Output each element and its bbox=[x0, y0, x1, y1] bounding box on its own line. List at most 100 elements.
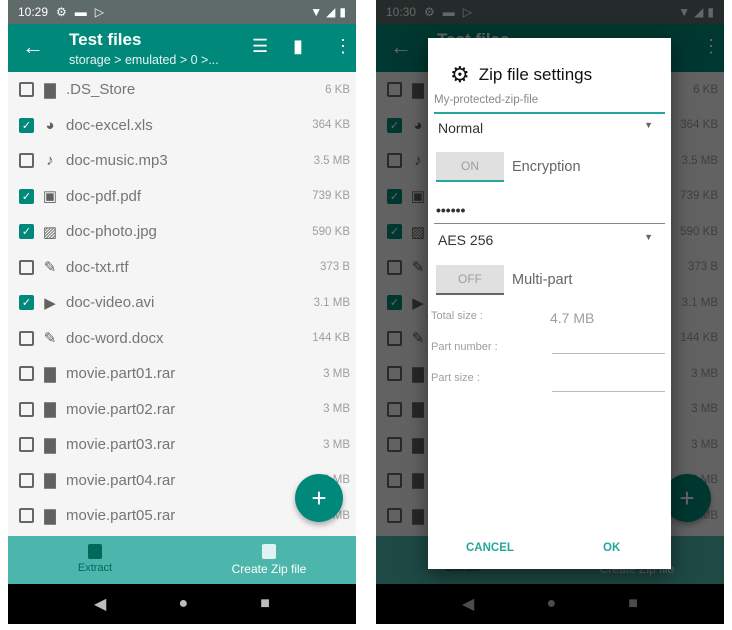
list-item[interactable]: ▇ .DS_Store 6 KB bbox=[8, 72, 356, 108]
image-icon: ▨ bbox=[42, 223, 58, 241]
part-number-input[interactable] bbox=[552, 336, 665, 354]
file-size: 3 MB bbox=[323, 403, 350, 416]
file-icon: ▇ bbox=[44, 472, 56, 490]
file-name: doc-excel.xls bbox=[66, 116, 153, 134]
add-fab-button[interactable]: + bbox=[295, 474, 343, 522]
system-navbar: ◀ ● ■ bbox=[8, 584, 356, 624]
settings-icon: ⚙ bbox=[56, 5, 67, 19]
checkbox[interactable] bbox=[19, 153, 34, 169]
checkbox[interactable] bbox=[19, 472, 34, 488]
algorithm-value: AES 256 bbox=[438, 232, 494, 248]
file-icon: ▇ bbox=[44, 401, 56, 419]
list-item[interactable]: ▇ movie.part02.rar 3 MB bbox=[8, 392, 356, 428]
file-size: 590 KB bbox=[312, 225, 350, 238]
algorithm-select[interactable]: AES 256 ▼ bbox=[434, 232, 665, 254]
nav-extract-label: Extract bbox=[77, 562, 113, 574]
file-size: 3 MB bbox=[323, 367, 350, 380]
encryption-toggle[interactable]: ON bbox=[436, 152, 504, 182]
more-vert-icon[interactable]: ⋮ bbox=[334, 36, 352, 57]
pie-chart-icon: ◕ bbox=[45, 116, 55, 134]
dialog-title: Zip file settings bbox=[478, 65, 593, 84]
part-size-label: Part size : bbox=[431, 372, 480, 384]
recents-icon[interactable]: ■ bbox=[260, 595, 270, 613]
list-item[interactable]: ✓ ▨ doc-photo.jpg 590 KB bbox=[8, 214, 356, 250]
file-name: doc-txt.rtf bbox=[66, 258, 129, 276]
sort-icon[interactable]: ☰ bbox=[252, 36, 268, 57]
list-item[interactable]: ▇ movie.part01.rar 3 MB bbox=[8, 356, 356, 392]
file-size: 3 MB bbox=[323, 438, 350, 451]
file-name: doc-photo.jpg bbox=[66, 223, 157, 241]
list-item[interactable]: ▇ movie.part03.rar 3 MB bbox=[8, 427, 356, 463]
nav-extract[interactable]: Extract bbox=[8, 536, 182, 584]
encryption-label: Encryption bbox=[512, 159, 581, 175]
checkbox[interactable] bbox=[19, 259, 34, 275]
checkbox[interactable] bbox=[19, 508, 34, 524]
checkbox[interactable] bbox=[19, 401, 34, 417]
file-list: ▇ .DS_Store 6 KB ✓ ◕ doc-excel.xls 364 KB ♪ doc-… bbox=[8, 72, 356, 534]
file-icon: ▇ bbox=[44, 507, 56, 525]
back-arrow-icon[interactable]: ← bbox=[22, 34, 44, 60]
message-icon: ▬ bbox=[74, 5, 87, 19]
file-name: .DS_Store bbox=[66, 81, 136, 99]
wifi-icon: ▼ bbox=[310, 5, 323, 19]
pencil-icon: ✎ bbox=[43, 259, 57, 277]
checkbox[interactable] bbox=[19, 82, 34, 98]
part-size-input[interactable] bbox=[552, 374, 665, 392]
file-name: doc-music.mp3 bbox=[66, 152, 168, 170]
file-size: 739 KB bbox=[312, 190, 350, 203]
total-size-value: 4.7 MB bbox=[550, 310, 595, 326]
list-item[interactable]: ♪ doc-music.mp3 3.5 MB bbox=[8, 143, 356, 179]
play-store-icon: ▷ bbox=[94, 5, 105, 19]
file-size: 3.1 MB bbox=[313, 296, 350, 309]
compression-value: Normal bbox=[438, 120, 484, 136]
status-bar: 10:29 ⚙ ▬ ▷ ▼ ◢ ▮ bbox=[8, 0, 356, 24]
pencil-icon: ✎ bbox=[43, 330, 57, 348]
home-icon[interactable]: ● bbox=[178, 595, 188, 613]
zip-icon bbox=[262, 544, 276, 559]
page-title: Test files bbox=[69, 30, 142, 49]
clock: 10:29 bbox=[18, 5, 49, 19]
checkbox[interactable]: ✓ bbox=[19, 117, 34, 133]
dropdown-arrow-icon: ▼ bbox=[644, 232, 653, 242]
file-name: movie.part03.rar bbox=[66, 436, 176, 454]
file-size: 3.5 MB bbox=[313, 154, 350, 167]
file-name: movie.part04.rar bbox=[66, 471, 176, 489]
file-icon: ▇ bbox=[44, 81, 56, 99]
nav-create-label: Create Zip file bbox=[231, 562, 307, 576]
signal-icon: ◢ bbox=[326, 5, 336, 19]
music-note-icon: ♪ bbox=[46, 152, 54, 170]
plus-icon: + bbox=[311, 482, 327, 513]
compression-select[interactable]: Normal ▼ bbox=[434, 120, 665, 142]
ok-button[interactable]: OK bbox=[603, 542, 620, 554]
play-icon: ▶ bbox=[44, 294, 56, 312]
file-size: 144 KB bbox=[312, 332, 350, 345]
cancel-button[interactable]: CANCEL bbox=[466, 542, 514, 554]
file-size: 6 KB bbox=[325, 83, 350, 96]
password-input[interactable]: •••••• bbox=[434, 202, 665, 224]
pdf-icon: ▣ bbox=[42, 188, 58, 206]
checkbox[interactable] bbox=[19, 437, 34, 453]
breadcrumb: storage > emulated > 0 >... bbox=[69, 53, 219, 67]
file-name: doc-pdf.pdf bbox=[66, 187, 142, 205]
multipart-toggle[interactable]: OFF bbox=[436, 265, 504, 295]
list-item[interactable]: ✓ ◕ doc-excel.xls 364 KB bbox=[8, 108, 356, 144]
list-item[interactable]: ✎ doc-txt.rtf 373 B bbox=[8, 250, 356, 286]
file-icon: ▇ bbox=[44, 436, 56, 454]
list-item[interactable]: ✓ ▶ doc-video.avi 3.1 MB bbox=[8, 285, 356, 321]
file-size: 373 B bbox=[319, 261, 350, 274]
checkbox[interactable]: ✓ bbox=[19, 224, 34, 240]
checkbox[interactable]: ✓ bbox=[19, 295, 34, 311]
checkbox[interactable]: ✓ bbox=[19, 188, 34, 204]
back-icon[interactable]: ◀ bbox=[94, 594, 106, 614]
file-icon: ▇ bbox=[44, 365, 56, 383]
nav-create-zip[interactable]: Create Zip file bbox=[182, 536, 356, 584]
multipart-label: Multi-part bbox=[512, 272, 573, 288]
list-item[interactable]: ✎ doc-word.docx 144 KB bbox=[8, 321, 356, 357]
list-item[interactable]: ✓ ▣ doc-pdf.pdf 739 KB bbox=[8, 179, 356, 215]
file-name: doc-word.docx bbox=[66, 329, 164, 347]
dropdown-arrow-icon: ▼ bbox=[644, 120, 653, 130]
filename-input[interactable]: My-protected-zip-file bbox=[434, 94, 665, 114]
checkbox[interactable] bbox=[19, 366, 34, 382]
sd-card-icon[interactable]: ▮ bbox=[293, 36, 303, 57]
checkbox[interactable] bbox=[19, 330, 34, 346]
